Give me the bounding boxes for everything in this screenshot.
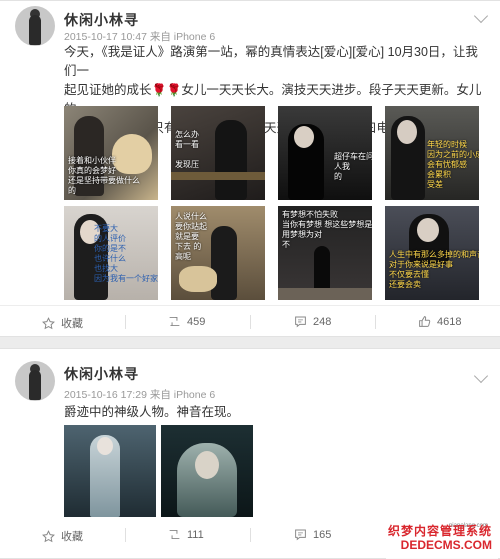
username[interactable]: 休闲小林寻 — [64, 364, 139, 384]
photo-thumbnail[interactable]: 有梦想不怕失败 当你有梦想 想这些梦想是什么? 用梦想为对 不 — [278, 206, 372, 300]
repost-count: 111 — [187, 528, 204, 541]
photo-thumbnail[interactable] — [64, 425, 156, 517]
rose-icon: 🌹 — [166, 83, 182, 97]
rose-icon: 🌹 — [151, 83, 167, 97]
photo-thumbnail[interactable] — [161, 425, 253, 517]
photo-thumbnail[interactable]: 怎么办 看一看 发现压 — [171, 106, 265, 200]
photo-caption: 有梦想不怕失败 当你有梦想 想这些梦想是什么? 用梦想为对 不 — [282, 210, 372, 249]
divider — [375, 315, 376, 329]
comment-icon — [295, 316, 306, 328]
photo-thumbnail[interactable]: 不要大 的人评价 你的是不 也许什么 也找大 因为我有一个好家庭 — [64, 206, 158, 300]
post-meta: 2015-10-17 10:47 来自 iPhone 6 — [64, 31, 216, 43]
photo-thumbnail[interactable]: 年轻的时候 因为之前的小成就 会有忧郁感 会累积 受差 — [385, 106, 479, 200]
photo-caption: 不要大 的人评价 你的是不 也许什么 也找大 因为我有一个好家庭 — [94, 224, 158, 283]
divider — [125, 315, 126, 329]
repost-icon — [169, 529, 180, 540]
post-meta: 2015-10-16 17:29 来自 iPhone 6 — [64, 389, 216, 401]
chevron-down-icon[interactable] — [473, 8, 489, 24]
repost-button[interactable]: 111 — [168, 528, 204, 541]
weibo-post-card: 休闲小林寻 2015-10-17 10:47 来自 iPhone 6 今天，《我… — [0, 0, 500, 337]
star-icon — [42, 529, 55, 542]
comment-button[interactable]: 248 — [294, 315, 331, 328]
repost-button[interactable]: 459 — [168, 315, 205, 328]
photo-caption: 年轻的时候 因为之前的小成就 会有忧郁感 会累积 受差 — [427, 140, 479, 189]
photo-caption: 人生中有那么多掉的和声音 对于你来说是好事 不仅要去懂 还要会卖 — [389, 250, 479, 289]
comment-button[interactable]: 165 — [294, 528, 331, 541]
watermark-line2: DEDECMS.COM — [400, 538, 492, 552]
chevron-down-icon[interactable] — [473, 368, 489, 384]
watermark: pianolang.com 织梦内容管理系统 DEDECMS.COM — [386, 521, 498, 559]
collect-button[interactable]: 收藏 — [42, 315, 83, 331]
like-button[interactable]: 4618 — [418, 315, 461, 328]
photo-caption: 超仔车在问 人我 的 — [334, 152, 372, 181]
collect-label: 收藏 — [61, 318, 83, 330]
comment-count: 165 — [313, 528, 332, 541]
repost-icon — [169, 316, 180, 327]
avatar[interactable] — [15, 6, 55, 46]
watermark-line1: 织梦内容管理系统 — [387, 524, 492, 538]
photo-thumbnail[interactable]: 接着和小伙伴 你真的会梦好 还是坚持带要做什么 的 — [64, 106, 158, 200]
photo-caption: 人说什么 要你站起 就是要 下去 的 高呢 — [175, 212, 207, 261]
collect-button[interactable]: 收藏 — [42, 528, 83, 544]
like-count: 4618 — [437, 315, 462, 328]
comment-count: 248 — [313, 315, 332, 328]
username[interactable]: 休闲小林寻 — [64, 10, 139, 30]
photo-thumbnail[interactable]: 人说什么 要你站起 就是要 下去 的 高呢 — [171, 206, 265, 300]
collect-label: 收藏 — [61, 531, 83, 543]
photo-thumbnail[interactable]: 超仔车在问 人我 的 — [278, 106, 372, 200]
divider — [250, 528, 251, 542]
repost-count: 459 — [187, 315, 206, 328]
divider — [250, 315, 251, 329]
divider — [125, 528, 126, 542]
photo-caption: 怎么办 看一看 发现压 — [175, 130, 199, 169]
thumbs-up-icon — [419, 316, 431, 327]
post-text-line: 今天，《我是证人》路演第一站，幂的真情表达[爱心][爱心] 10月30日，让我们… — [64, 45, 478, 78]
photo-caption: 接着和小伙伴 你真的会梦好 还是坚持带要做什么 的 — [68, 156, 140, 195]
star-icon — [42, 316, 55, 329]
comment-icon — [295, 529, 306, 541]
avatar[interactable] — [15, 361, 55, 401]
action-bar: 收藏 459 248 4618 — [0, 305, 500, 337]
photo-thumbnail[interactable]: 人生中有那么多掉的和声音 对于你来说是好事 不仅要去懂 还要会卖 — [385, 206, 479, 300]
post-text: 爵迹中的神级人物。神音在现。 — [64, 405, 240, 419]
